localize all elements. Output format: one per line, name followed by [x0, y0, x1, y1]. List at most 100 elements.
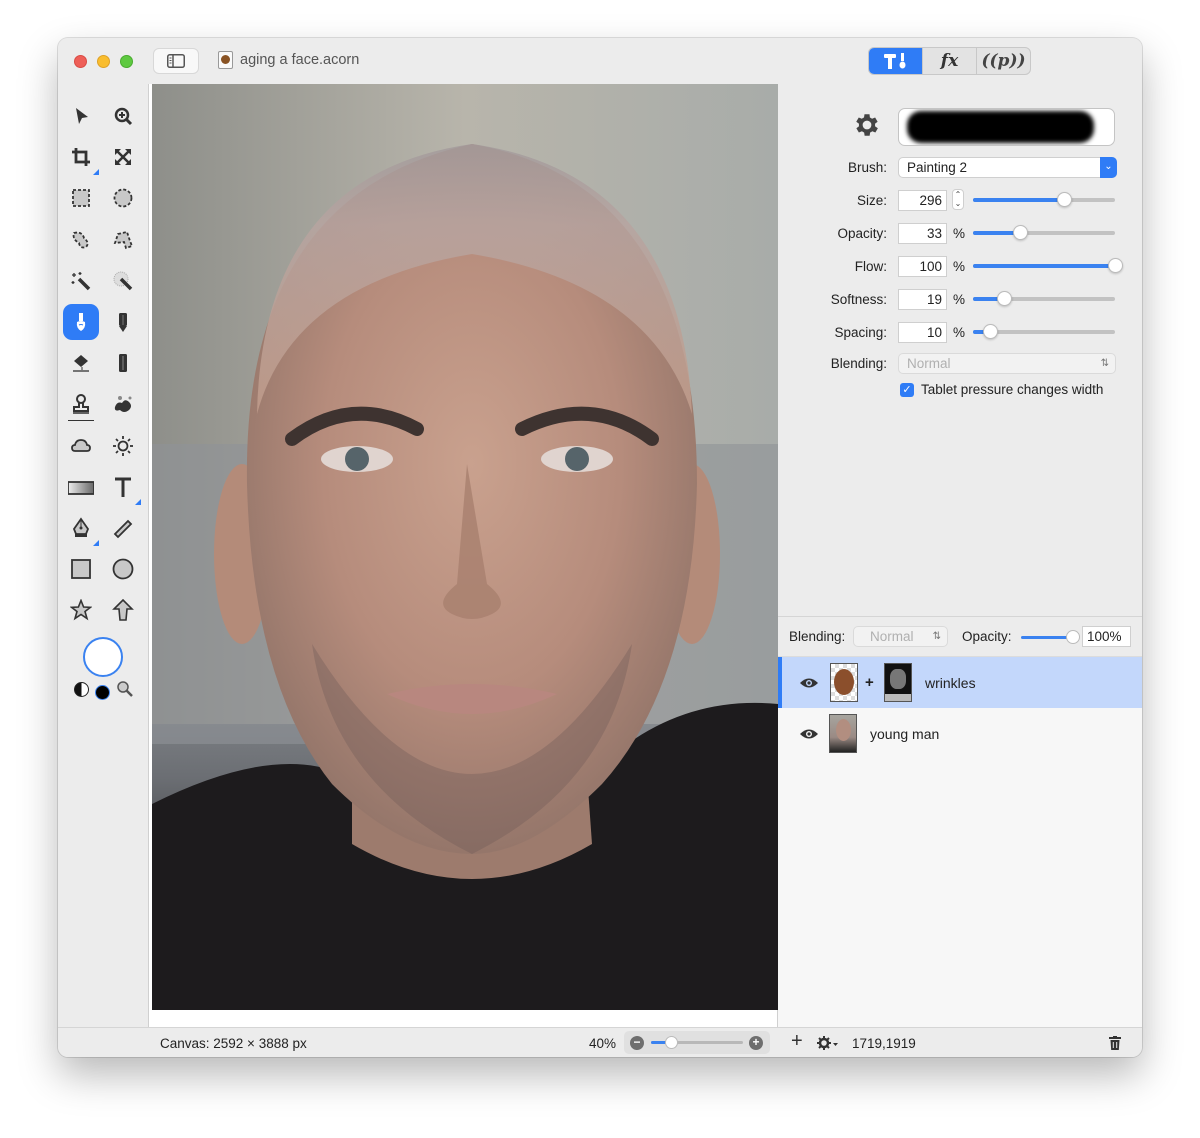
flow-slider-knob[interactable]: [1108, 258, 1123, 273]
tool-divider: [68, 420, 94, 421]
softness-slider[interactable]: [973, 291, 1115, 306]
size-field[interactable]: 296: [898, 189, 947, 211]
chevron-down-icon: ⌄: [1100, 156, 1117, 178]
zoom-in-icon: [114, 107, 133, 126]
softness-row: Softness: 19%: [778, 288, 1142, 310]
zoom-out-button[interactable]: −: [630, 1036, 644, 1050]
softness-slider-knob[interactable]: [997, 291, 1013, 306]
flow-field[interactable]: 100: [898, 255, 947, 277]
brush-label: Brush:: [847, 159, 887, 175]
layer-opacity-slider[interactable]: [1021, 630, 1080, 644]
crop-tool[interactable]: [63, 139, 99, 176]
layer-row-young-man[interactable]: young man: [778, 708, 1142, 759]
opacity-field[interactable]: 33: [898, 222, 947, 244]
tab-effects[interactable]: fx: [922, 48, 977, 74]
zoom-window-button[interactable]: [120, 55, 133, 68]
smudge-tool[interactable]: [105, 386, 141, 422]
document-title-text: aging a face.acorn: [240, 52, 360, 68]
lasso-tool[interactable]: [63, 222, 99, 258]
text-tool[interactable]: [105, 469, 141, 505]
zoom-slider[interactable]: [651, 1036, 743, 1049]
opacity-slider[interactable]: [973, 225, 1115, 240]
rect-select-tool[interactable]: [63, 180, 99, 216]
size-row: Size: 296 ⌃ ⌄: [778, 189, 1142, 211]
spacing-field[interactable]: 10: [898, 321, 947, 343]
size-label: Size:: [856, 192, 887, 208]
brush-tool[interactable]: [63, 304, 99, 340]
layer-row-wrinkles[interactable]: + wrinkles: [778, 657, 1142, 708]
tablet-pressure-checkbox[interactable]: ✓: [900, 382, 914, 397]
eraser-tool[interactable]: [105, 345, 141, 381]
clone-stamp-tool[interactable]: [63, 386, 99, 422]
spacing-slider[interactable]: [973, 324, 1115, 339]
line-tool[interactable]: [105, 510, 141, 546]
layer-opacity-field[interactable]: 100%: [1082, 626, 1131, 647]
star-icon: [70, 599, 92, 621]
foreground-color-well[interactable]: [83, 637, 123, 677]
softness-field[interactable]: 19: [898, 288, 947, 310]
gradient-tool[interactable]: [63, 469, 99, 505]
background-color-well[interactable]: [95, 685, 110, 700]
softness-label: Softness:: [830, 291, 887, 307]
star-tool[interactable]: [63, 592, 99, 628]
tab-plugins[interactable]: ((p)): [977, 48, 1030, 74]
zoom-slider-knob[interactable]: [665, 1036, 679, 1049]
canvas-image[interactable]: [152, 84, 778, 1010]
transform-tool[interactable]: [105, 139, 141, 175]
spacing-unit: %: [953, 324, 966, 340]
rectangle-tool[interactable]: [63, 551, 99, 587]
size-slider[interactable]: [973, 192, 1115, 207]
layer-name: young man: [870, 725, 940, 742]
mask-separator: +: [865, 674, 874, 691]
arrow-tool[interactable]: [105, 592, 141, 628]
brush-row: Brush: Painting 2 ⌄: [778, 156, 1142, 178]
paint-bucket-icon: [73, 355, 89, 372]
instant-alpha-tool[interactable]: [105, 263, 141, 299]
size-stepper[interactable]: ⌃ ⌄: [952, 189, 964, 210]
spacing-slider-knob[interactable]: [983, 324, 999, 339]
pencil-tool[interactable]: [105, 304, 141, 340]
acorn-document-icon: [218, 51, 233, 69]
magic-wand-tool[interactable]: [63, 263, 99, 299]
brush-preview[interactable]: [898, 108, 1115, 146]
dodge-tool[interactable]: [105, 428, 141, 464]
select-tool[interactable]: [63, 98, 99, 134]
eye-icon[interactable]: [799, 728, 819, 740]
color-picker-magnifier-icon[interactable]: [116, 680, 134, 698]
toggle-sidebar-button[interactable]: [153, 48, 199, 74]
opacity-slider-knob[interactable]: [1012, 225, 1028, 240]
paint-bucket-tool[interactable]: [63, 345, 99, 381]
blending-select[interactable]: Normal ⇅: [898, 352, 1116, 374]
zoom-tool[interactable]: [105, 98, 141, 134]
ellipse-select-tool[interactable]: [105, 180, 141, 216]
canvas-area[interactable]: [148, 84, 778, 1027]
tablet-pressure-option[interactable]: ✓ Tablet pressure changes width: [900, 382, 1103, 397]
brush-select[interactable]: Painting 2 ⌄: [898, 156, 1117, 178]
layer-opacity-label: Opacity:: [962, 629, 1012, 644]
tab-tools[interactable]: [869, 48, 922, 74]
minimize-button[interactable]: [97, 55, 110, 68]
zoom-in-button[interactable]: +: [749, 1036, 763, 1050]
blending-select-value: Normal: [907, 355, 951, 371]
eye-icon[interactable]: [799, 677, 819, 689]
eraser-icon: [119, 354, 127, 373]
oval-tool[interactable]: [105, 551, 141, 587]
layer-blending-select[interactable]: Normal ⇅: [853, 626, 948, 647]
layer-actions-gear-icon[interactable]: [817, 1035, 839, 1051]
hammer-brush-icon: [883, 53, 905, 69]
flow-slider[interactable]: [973, 258, 1123, 273]
close-button[interactable]: [74, 55, 87, 68]
pen-tool[interactable]: [63, 510, 99, 546]
polygon-lasso-tool[interactable]: [105, 222, 141, 258]
size-slider-knob[interactable]: [1056, 192, 1072, 207]
trash-icon[interactable]: [1109, 1036, 1121, 1050]
arrow-pointer-icon: [76, 108, 88, 124]
slider-knob[interactable]: [1066, 630, 1080, 644]
burn-tool[interactable]: [63, 428, 99, 464]
spacing-label: Spacing:: [834, 324, 887, 340]
layer-mask-thumbnail[interactable]: [884, 663, 912, 702]
swap-colors-icon[interactable]: [74, 682, 89, 697]
layer-options-bar: Blending: Normal ⇅ Opacity: 100%: [778, 617, 1142, 657]
add-layer-button[interactable]: +: [791, 1030, 803, 1053]
brush-settings-gear-icon[interactable]: [852, 110, 882, 140]
